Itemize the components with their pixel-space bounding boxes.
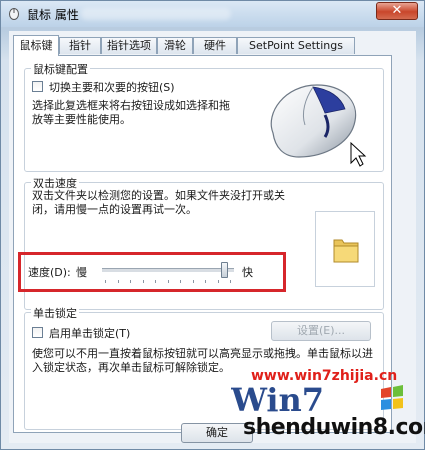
window-title: 鼠标 属性	[27, 8, 79, 22]
fast-label: 快	[242, 266, 253, 279]
mouse-icon	[9, 8, 19, 20]
tab-wheel[interactable]: 滑轮	[157, 37, 193, 54]
win7-logo-text: Win7	[231, 381, 324, 417]
click-lock-label[interactable]: 启用单击锁定(T)	[49, 325, 130, 341]
speed-label: 速度(D):	[28, 266, 71, 279]
button-config-group: 鼠标键配置 切换主要和次要的按钮(S) 选择此复选框来将右按钮设成如选择和拖放等…	[24, 61, 384, 172]
click-lock-settings-button[interactable]: 设置(E)...	[271, 321, 371, 341]
speed-slider-thumb[interactable]	[220, 262, 228, 278]
tab-pointers[interactable]: 指针	[59, 37, 101, 54]
tab-pointer-options[interactable]: 指针选项	[101, 37, 157, 54]
click-lock-checkbox[interactable]	[32, 327, 43, 338]
swap-buttons-checkbox[interactable]	[32, 81, 43, 92]
slider-tick	[205, 280, 206, 283]
test-folder-area[interactable]	[315, 211, 375, 287]
mouse-image	[270, 84, 367, 167]
slider-tick	[142, 280, 144, 283]
slow-label: 慢	[76, 266, 87, 279]
click-lock-title: 单击锁定	[31, 305, 79, 321]
slider-tick	[117, 280, 119, 283]
swap-buttons-label[interactable]: 切换主要和次要的按钮(S)	[49, 79, 175, 95]
title-bar[interactable]: 鼠标 属性 ✕	[1, 1, 424, 27]
slider-tick	[155, 280, 156, 283]
title-blur	[81, 8, 231, 20]
watermark-site-bottom: shenduwin8.com	[243, 415, 425, 440]
double-click-description: 双击文件夹以检测您的设置。如果文件夹没打开或关闭，请用慢一点的设置再试一次。	[32, 189, 285, 216]
slider-tick	[192, 280, 194, 283]
slider-tick	[217, 280, 219, 283]
slider-tick	[230, 280, 231, 283]
button-config-description: 选择此复选框来将右按钮设成如选择和拖放等主要性能使用。	[32, 99, 230, 126]
slider-tick	[167, 280, 169, 283]
tab-buttons[interactable]: 鼠标键	[13, 35, 59, 56]
slider-tick	[180, 280, 181, 283]
close-button[interactable]: ✕	[376, 2, 418, 20]
slider-tick	[105, 280, 106, 283]
folder-icon	[333, 239, 359, 263]
mouse-properties-window: 鼠标 属性 ✕ 鼠标键 指针 指针选项 滑轮 硬件 SetPoint Setti…	[0, 0, 425, 450]
win7-logo: Win7	[231, 381, 403, 417]
speed-slider-track[interactable]	[102, 268, 234, 273]
tab-hardware[interactable]: 硬件	[193, 37, 237, 54]
tab-setpoint-settings[interactable]: SetPoint Settings	[237, 37, 355, 54]
button-config-title: 鼠标键配置	[31, 61, 90, 77]
slider-tick	[130, 280, 131, 283]
